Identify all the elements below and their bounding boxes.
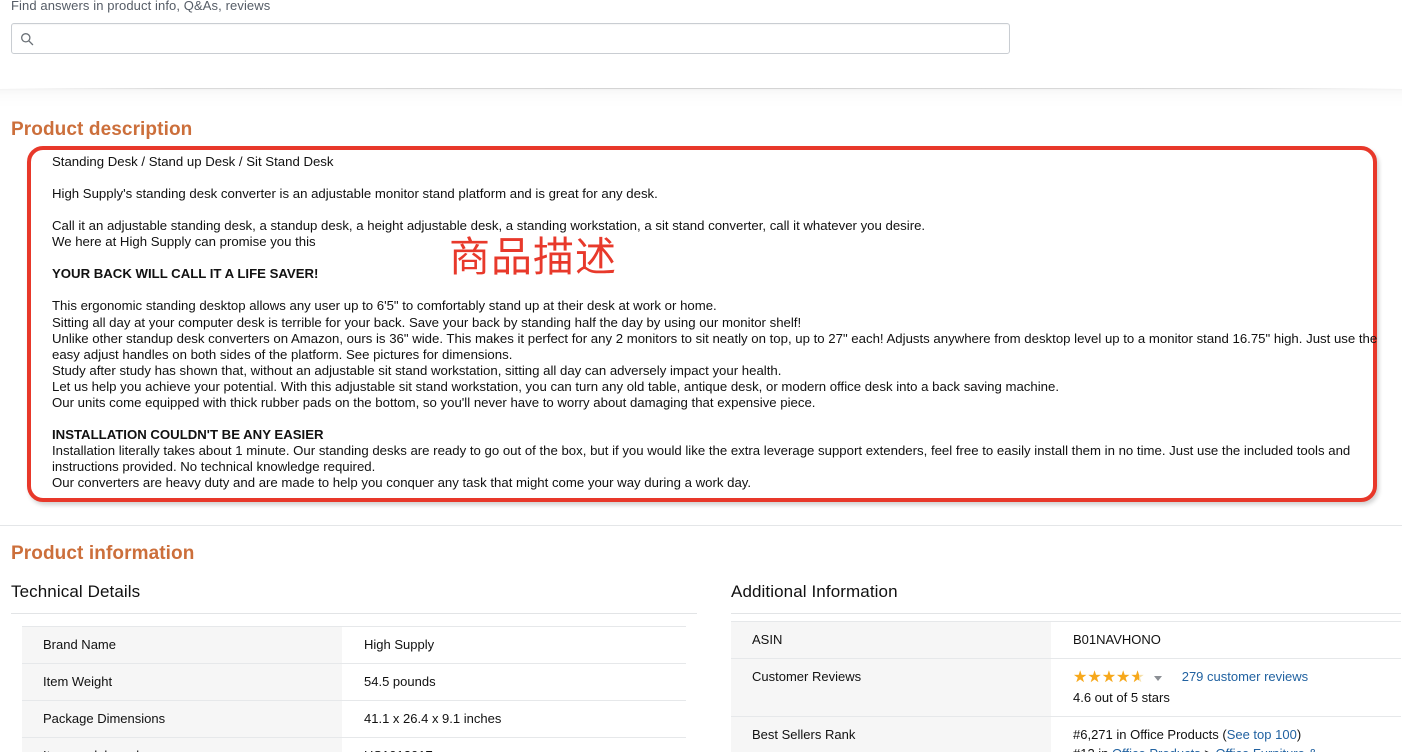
technical-details-table: Brand Name High Supply Item Weight 54.5 … bbox=[22, 626, 686, 752]
ask-hint-label: Find answers in product info, Q&As, revi… bbox=[11, 0, 271, 13]
description-body-7: Installation literally takes about 1 min… bbox=[52, 443, 1351, 475]
table-row: Customer Reviews ★★★★★ ★★★★★ 279 custome… bbox=[731, 658, 1401, 717]
customer-reviews-link[interactable]: 279 customer reviews bbox=[1182, 669, 1308, 685]
technical-details-underline bbox=[11, 613, 697, 614]
description-line-2: High Supply's standing desk converter is… bbox=[52, 186, 658, 202]
description-line-3: Call it an adjustable standing desk, a s… bbox=[52, 218, 926, 234]
product-information-divider bbox=[0, 525, 1402, 526]
chevron-down-icon[interactable] bbox=[1153, 675, 1162, 681]
star-rating[interactable]: ★★★★★ ★★★★★ bbox=[1073, 669, 1145, 685]
office-furniture-link[interactable]: Office Furniture & bbox=[1216, 746, 1318, 752]
additional-information-underline bbox=[731, 613, 1401, 614]
spec-label: Brand Name bbox=[22, 626, 342, 664]
table-row: Item model number HS1012017 bbox=[22, 737, 686, 752]
rank-2-separator: > bbox=[1201, 746, 1216, 752]
table-row: Best Sellers Rank #6,271 in Office Produ… bbox=[731, 716, 1401, 752]
description-line-1: Standing Desk / Stand up Desk / Sit Stan… bbox=[52, 154, 334, 169]
asin-label: ASIN bbox=[731, 621, 1051, 659]
additional-information-heading: Additional Information bbox=[731, 582, 898, 601]
best-sellers-rank-label: Best Sellers Rank bbox=[731, 716, 1051, 752]
spec-value: HS1012017 bbox=[342, 737, 686, 752]
spec-label: Item Weight bbox=[22, 663, 342, 701]
spec-value: High Supply bbox=[342, 626, 686, 664]
table-row: ASIN B01NAVHONO bbox=[731, 621, 1401, 659]
rank-2-prefix: #12 in bbox=[1073, 746, 1112, 752]
product-description-text: Standing Desk / Stand up Desk / Sit Stan… bbox=[52, 154, 1400, 492]
customer-reviews-label: Customer Reviews bbox=[731, 658, 1051, 717]
star-filled-icon: ★★★★★ bbox=[1073, 669, 1139, 685]
spec-label: Item model number bbox=[22, 737, 342, 752]
spec-value: 54.5 pounds bbox=[342, 663, 686, 701]
technical-details-heading: Technical Details bbox=[11, 582, 141, 601]
table-row: Package Dimensions 41.1 x 26.4 x 9.1 inc… bbox=[22, 700, 686, 738]
spec-label: Package Dimensions bbox=[22, 700, 342, 738]
description-body-1: This ergonomic standing desktop allows a… bbox=[52, 298, 717, 314]
description-body-4: Study after study has shown that, withou… bbox=[52, 362, 782, 378]
rank-line-2: #12 in Office Products > Office Furnitur… bbox=[1073, 746, 1401, 752]
description-line-4: We here at High Supply can promise you t… bbox=[52, 234, 316, 250]
search-icon bbox=[12, 32, 42, 46]
description-body-6: Our units come equipped with thick rubbe… bbox=[52, 395, 816, 411]
office-products-link[interactable]: Office Products bbox=[1112, 746, 1201, 752]
table-row: Brand Name High Supply bbox=[22, 626, 686, 664]
spec-value: 41.1 x 26.4 x 9.1 inches bbox=[342, 700, 686, 738]
annotation-overlay-label: 商品描述 bbox=[449, 233, 617, 281]
description-body-3: Unlike other standup desk converters on … bbox=[52, 330, 1378, 362]
rank-1-suffix: ) bbox=[1296, 727, 1302, 742]
table-row: Item Weight 54.5 pounds bbox=[22, 663, 686, 701]
search-input[interactable] bbox=[42, 24, 1009, 53]
asin-value: B01NAVHONO bbox=[1051, 621, 1401, 659]
rank-line-1: #6,271 in Office Products (See top 100) bbox=[1073, 727, 1401, 743]
description-heading-1: YOUR BACK WILL CALL IT A LIFE SAVER! bbox=[52, 266, 319, 282]
description-body-2: Sitting all day at your computer desk is… bbox=[52, 314, 802, 330]
additional-information-table: ASIN B01NAVHONO Customer Reviews ★★★★★ ★… bbox=[731, 621, 1401, 752]
section-gradient-divider bbox=[0, 88, 1402, 110]
rank-1-prefix: #6,271 in Office Products ( bbox=[1073, 727, 1227, 742]
product-question-search-box[interactable] bbox=[11, 23, 1010, 54]
best-sellers-rank-value: #6,271 in Office Products (See top 100) … bbox=[1051, 716, 1401, 752]
product-information-heading: Product information bbox=[11, 543, 195, 564]
product-detail-page: Find answers in product info, Q&As, revi… bbox=[0, 0, 1402, 752]
customer-reviews-value: ★★★★★ ★★★★★ 279 customer reviews 4.6 out… bbox=[1051, 658, 1401, 717]
product-description-highlight-box: Standing Desk / Stand up Desk / Sit Stan… bbox=[27, 146, 1377, 502]
product-description-heading: Product description bbox=[11, 119, 193, 140]
description-body-8: Our converters are heavy duty and are ma… bbox=[52, 475, 752, 491]
see-top-100-link[interactable]: See top 100 bbox=[1227, 727, 1297, 742]
description-body-5: Let us help you achieve your potential. … bbox=[52, 378, 1059, 394]
rating-text: 4.6 out of 5 stars bbox=[1073, 690, 1170, 705]
description-heading-2: INSTALLATION COULDN'T BE ANY EASIER bbox=[52, 427, 324, 443]
